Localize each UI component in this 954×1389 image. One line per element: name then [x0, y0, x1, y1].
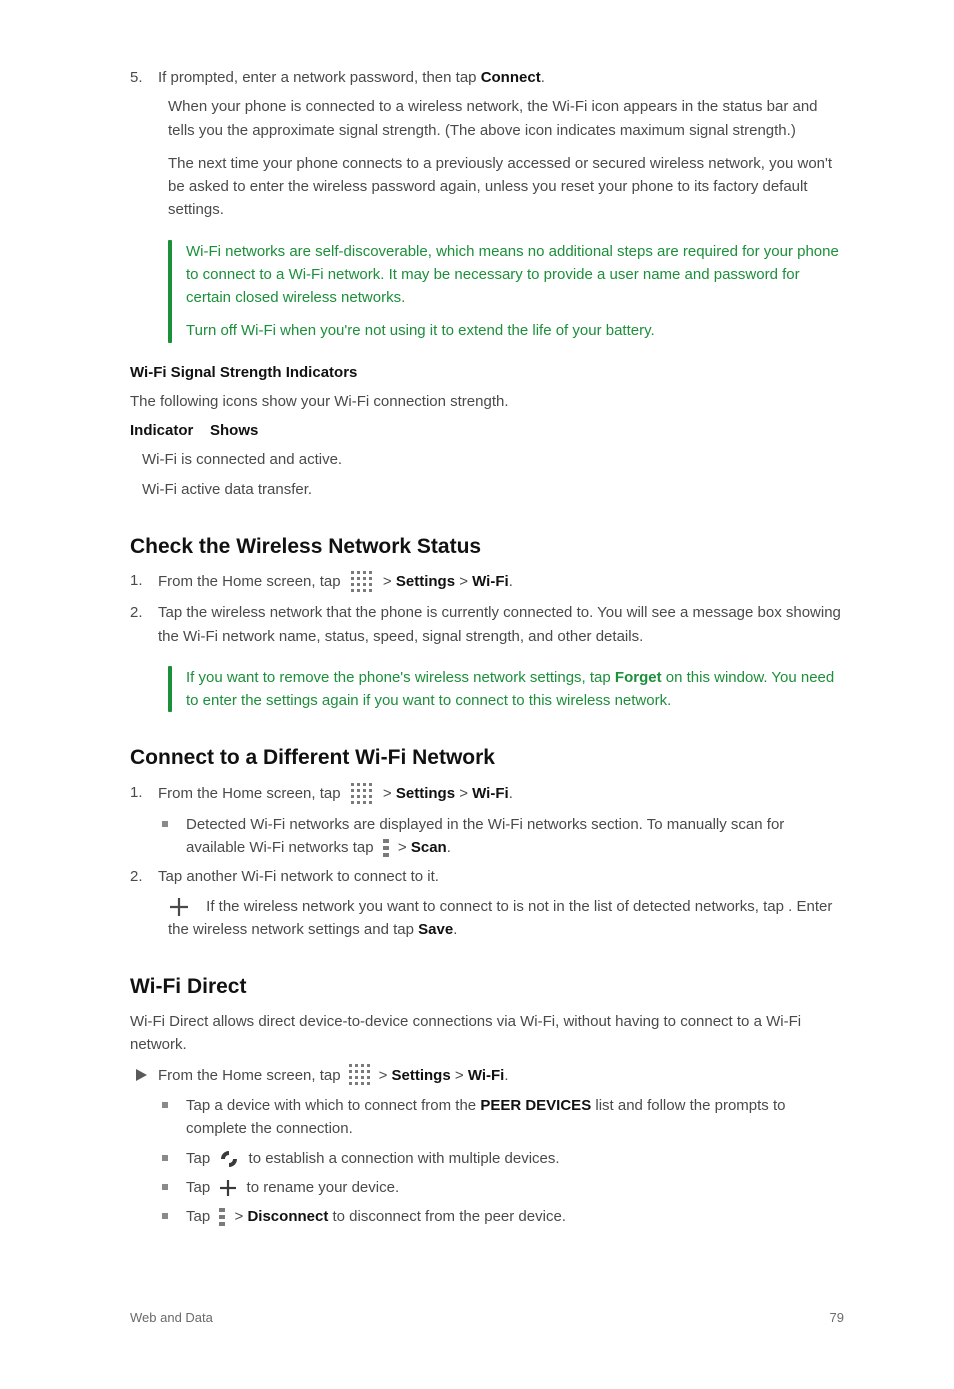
play-triangle-icon: [134, 1068, 148, 1082]
bullet-icon: [162, 1213, 168, 1219]
plus-icon: [168, 896, 190, 918]
bullet-text: Tap a device with which to connect from …: [186, 1094, 844, 1141]
bullet-text: Tap > Disconnect to disconnect from the …: [186, 1205, 844, 1228]
footer-left: Web and Data: [130, 1308, 213, 1328]
step-number: 5.: [130, 66, 158, 89]
bullet-icon: [162, 1102, 168, 1108]
bullet-text: Tap to rename your device.: [186, 1176, 844, 1199]
step-text: From the Home screen, tap > Settings > W…: [158, 781, 844, 807]
overflow-menu-icon: [218, 1206, 226, 1228]
col-indicator: Indicator: [130, 422, 193, 439]
bullet-icon: [162, 1155, 168, 1161]
section-connect-different: Connect to a Different Wi-Fi Network: [130, 742, 844, 775]
sync-icon: [218, 1148, 240, 1170]
apps-grid-icon: [349, 569, 375, 595]
tip-forget: If you want to remove the phone's wirele…: [186, 666, 844, 713]
tip-bar: [168, 240, 172, 343]
bullet-text: Detected Wi-Fi networks are displayed in…: [186, 813, 844, 860]
head-text: > Settings > Wi-Fi.: [379, 1064, 509, 1087]
step-text: From the Home screen, tap > Settings > W…: [158, 569, 844, 595]
bullet-icon: [162, 1184, 168, 1190]
col-shows: Shows: [210, 422, 258, 439]
apps-grid-icon: [347, 1062, 373, 1088]
bullet-icon: [162, 821, 168, 827]
note-add-network: If the wireless network you want to conn…: [168, 898, 832, 938]
indicators-heading: Wi-Fi Signal Strength Indicators: [130, 364, 357, 381]
step-text: If prompted, enter a network password, t…: [158, 66, 844, 89]
indicators-intro: The following icons show your Wi-Fi conn…: [130, 390, 844, 413]
wifi-direct-intro: Wi-Fi Direct allows direct device-to-dev…: [130, 1010, 844, 1057]
plus-icon: [218, 1178, 238, 1198]
tip-bar: [168, 666, 172, 713]
tip-remember-2: Turn off Wi-Fi when you're not using it …: [186, 319, 844, 342]
step-number: 1.: [130, 781, 158, 804]
next-time-note: The next time your phone connects to a p…: [168, 152, 844, 222]
step-number: 2.: [130, 865, 158, 888]
step-number: 1.: [130, 569, 158, 592]
section-check-status: Check the Wireless Network Status: [130, 531, 844, 564]
head-text: From the Home screen, tap: [158, 1064, 341, 1087]
tip-remember-1: Wi-Fi networks are self-discoverable, wh…: [186, 240, 844, 310]
connected-note: When your phone is connected to a wirele…: [168, 95, 844, 142]
footer-page-number: 79: [830, 1308, 844, 1328]
bullet-text: Tap to establish a connection with multi…: [186, 1147, 844, 1170]
indicator-wifi-transfer: Wi-Fi active data transfer.: [142, 478, 844, 501]
step-text: Tap another Wi-Fi network to connect to …: [158, 865, 844, 888]
overflow-menu-icon: [382, 837, 390, 859]
section-wifi-direct: Wi-Fi Direct: [130, 971, 844, 1004]
indicator-wifi-connected: Wi-Fi is connected and active.: [142, 448, 844, 471]
apps-grid-icon: [349, 781, 375, 807]
step-text: Tap the wireless network that the phone …: [158, 601, 844, 648]
step-number: 2.: [130, 601, 158, 624]
